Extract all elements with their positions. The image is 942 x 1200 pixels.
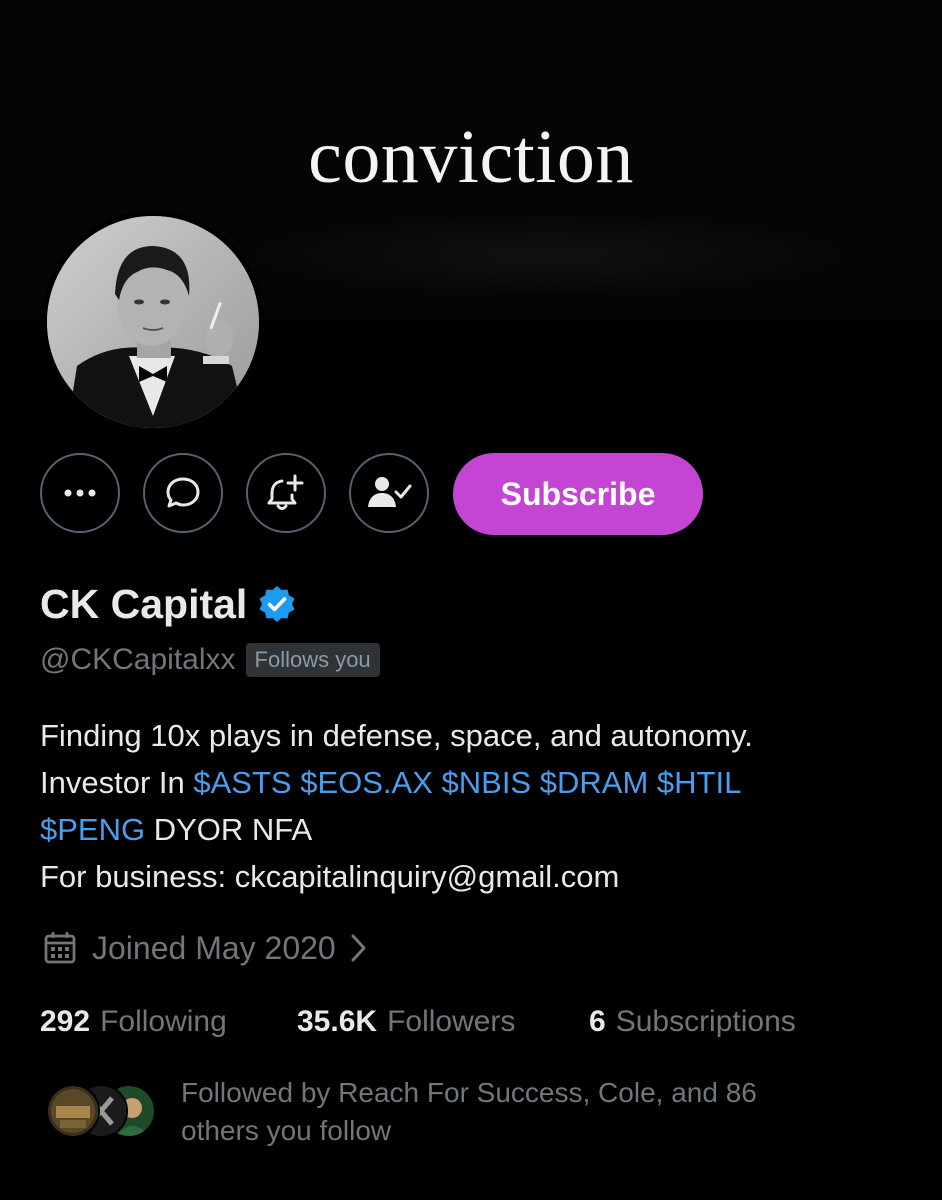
banner-text: conviction bbox=[308, 115, 634, 199]
following-count: 292 bbox=[40, 1005, 91, 1038]
verified-badge-icon[interactable] bbox=[257, 584, 297, 624]
cashtag-link[interactable]: $NBIS bbox=[442, 765, 532, 800]
bio-line-4: For business: ckcapitalinquiry@gmail.com bbox=[40, 859, 620, 894]
following-stat[interactable]: 292 Following bbox=[40, 1005, 227, 1039]
joined-date-text: Joined May 2020 bbox=[92, 929, 336, 966]
followed-by-line-1: Followed by Reach For Success, Cole, and… bbox=[181, 1077, 757, 1108]
following-button[interactable] bbox=[349, 453, 429, 533]
followed-by-text: Followed by Reach For Success, Cole, and… bbox=[181, 1074, 881, 1150]
followers-label: Followers bbox=[387, 1005, 516, 1038]
cashtag-link[interactable]: $DRAM bbox=[540, 765, 649, 800]
subscriptions-count: 6 bbox=[589, 1005, 606, 1038]
followers-count: 35.6K bbox=[297, 1005, 378, 1038]
message-icon bbox=[166, 477, 200, 508]
cashtag-link[interactable]: $ASTS bbox=[193, 765, 291, 800]
bell-plus-icon bbox=[267, 474, 304, 510]
follower-avatar bbox=[46, 1084, 100, 1138]
followed-by-line-2: others you follow bbox=[181, 1115, 392, 1146]
calendar-icon bbox=[42, 930, 78, 966]
avatar-photo bbox=[47, 216, 259, 428]
subscriptions-label: Subscriptions bbox=[615, 1005, 796, 1038]
more-button[interactable] bbox=[40, 453, 120, 533]
joined-date-row[interactable]: Joined May 2020 bbox=[42, 926, 368, 970]
following-label: Following bbox=[100, 1005, 227, 1038]
followers-stat[interactable]: 35.6K Followers bbox=[297, 1005, 515, 1039]
person-check-icon bbox=[368, 477, 412, 507]
bio-investor-label: Investor In bbox=[40, 765, 194, 800]
follows-you-badge: Follows you bbox=[245, 643, 380, 677]
chevron-right-icon bbox=[350, 933, 368, 963]
profile-bio: Finding 10x plays in defense, space, and… bbox=[40, 712, 920, 900]
cashtag-link[interactable]: $EOS.AX bbox=[300, 765, 433, 800]
cashtag-link[interactable]: $PENG bbox=[40, 812, 145, 847]
message-button[interactable] bbox=[143, 453, 223, 533]
more-icon bbox=[64, 489, 96, 497]
banner-shading bbox=[240, 210, 860, 300]
bio-disclaimer: DYOR NFA bbox=[145, 812, 313, 847]
user-handle: @CKCapitalxx bbox=[40, 643, 236, 676]
handle-row: @CKCapitalxx Follows you bbox=[40, 640, 380, 680]
display-name: CK Capital bbox=[40, 581, 248, 627]
bio-line-1: Finding 10x plays in defense, space, and… bbox=[40, 718, 753, 753]
profile-avatar[interactable] bbox=[42, 211, 264, 433]
bio-line-2: Investor In $ASTS $EOS.AX $NBIS $DRAM $H… bbox=[40, 759, 920, 806]
notifications-button[interactable] bbox=[246, 453, 326, 533]
name-row: CK Capital bbox=[40, 576, 297, 632]
cashtag-link[interactable]: $HTIL bbox=[657, 765, 741, 800]
bio-line-3: $PENG DYOR NFA bbox=[40, 806, 920, 853]
subscriptions-stat[interactable]: 6 Subscriptions bbox=[589, 1005, 796, 1039]
subscribe-button[interactable]: Subscribe bbox=[453, 453, 703, 535]
followed-by-section[interactable]: Followed by Reach For Success, Cole, and… bbox=[46, 1074, 926, 1154]
